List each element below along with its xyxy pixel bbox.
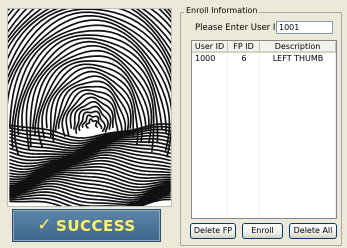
cell-user-id: 1000 — [195, 54, 216, 63]
delete-fp-button[interactable]: Delete FP — [190, 223, 236, 239]
check-icon: ✓ — [37, 215, 53, 235]
user-id-input[interactable]: 1001 — [276, 21, 333, 34]
cell-fp-id: 6 — [241, 54, 247, 63]
column-header-description[interactable]: Description — [260, 41, 336, 53]
user-id-label: Please Enter User ID : — [195, 23, 288, 33]
column-header-user-id[interactable]: User ID — [192, 41, 228, 53]
cell-description: LEFT THUMB — [272, 54, 324, 63]
enroll-list[interactable]: User ID FP ID Description 1000 6 LEFT TH… — [191, 40, 337, 219]
status-banner: ✓ SUCCESS — [12, 209, 161, 242]
column-gridlines — [192, 53, 336, 218]
fingerprint-icon — [8, 9, 171, 206]
status-text: SUCCESS — [56, 216, 136, 235]
fingerprint-ridges — [8, 9, 171, 206]
enroll-button[interactable]: Enroll — [242, 223, 283, 239]
enroll-window: ✓ SUCCESS Enroll Information Please Ente… — [0, 0, 347, 248]
fingerprint-image — [7, 8, 172, 207]
list-row[interactable]: 1000 6 LEFT THUMB — [192, 53, 336, 64]
groupbox-title: Enroll Information — [184, 5, 260, 17]
list-header: User ID FP ID Description — [192, 41, 336, 53]
delete-all-button[interactable]: Delete All — [289, 223, 337, 239]
column-header-fp-id[interactable]: FP ID — [228, 41, 260, 53]
